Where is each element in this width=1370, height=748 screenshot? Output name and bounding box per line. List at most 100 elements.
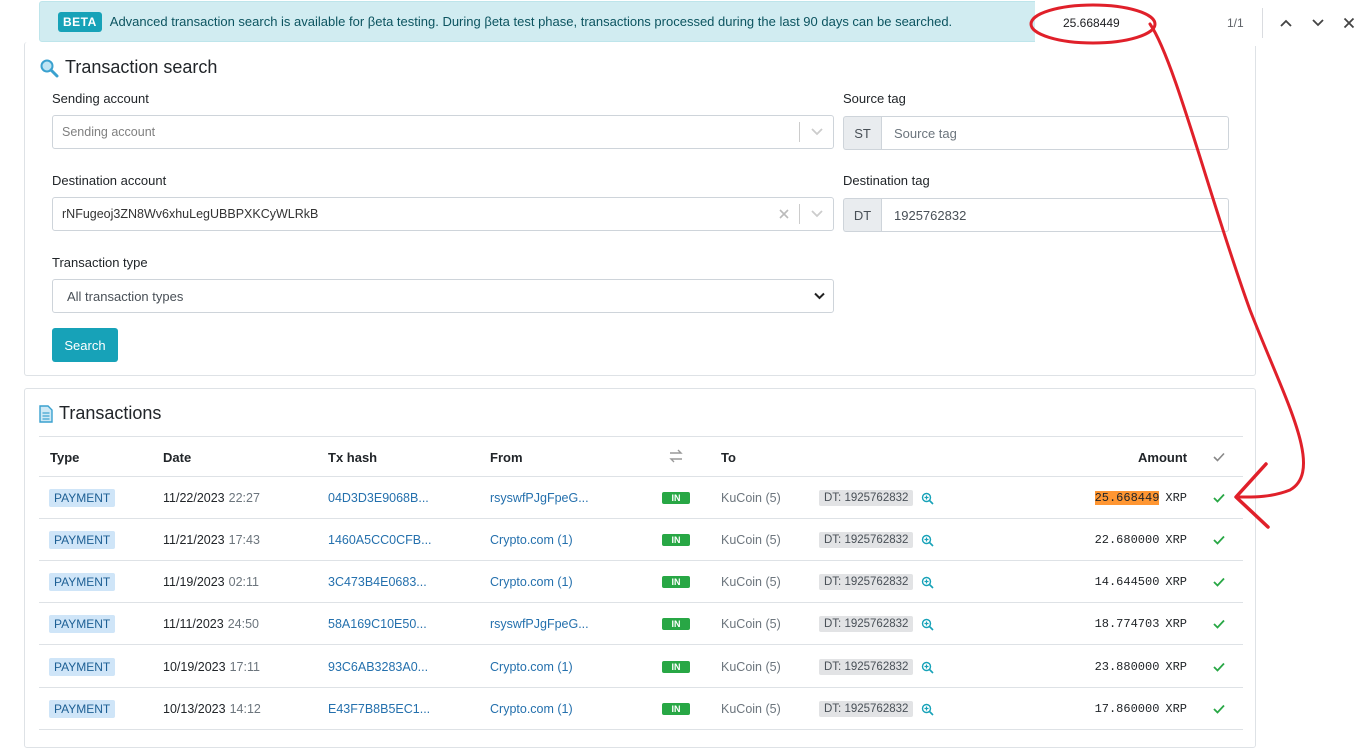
dt-badge: DT: 1925762832: [819, 659, 914, 675]
time-value: 17:11: [229, 660, 260, 674]
check-icon: [1213, 450, 1225, 465]
tx-hash-cell: 04D3D3E9068B...: [328, 477, 429, 519]
transaction-search-title: Transaction search: [39, 57, 217, 78]
clear-icon[interactable]: [769, 209, 799, 219]
check-icon: [1213, 688, 1225, 730]
chevron-down-icon[interactable]: [1308, 13, 1328, 33]
date-cell: 10/13/2023 14:12: [163, 688, 261, 730]
type-cell: PAYMENT: [49, 477, 116, 519]
date-cell: 11/11/2023 24:50: [163, 603, 259, 645]
type-badge: PAYMENT: [49, 489, 116, 507]
header-to: To: [721, 450, 736, 465]
currency-value: XRP: [1165, 660, 1187, 674]
zoom-in-icon[interactable]: [921, 703, 934, 716]
amount-cell: 23.880000 XRP: [1095, 646, 1187, 688]
header-from: From: [490, 450, 523, 465]
from-link[interactable]: Crypto.com (1): [490, 575, 573, 589]
type-badge: PAYMENT: [49, 615, 116, 633]
type-cell: PAYMENT: [49, 519, 116, 561]
source-tag-label: Source tag: [843, 91, 906, 106]
search-button[interactable]: Search: [52, 328, 118, 362]
find-input[interactable]: [1057, 14, 1197, 32]
tx-hash-link[interactable]: 93C6AB3283A0...: [328, 660, 428, 674]
dt-badge: DT: 1925762832: [819, 616, 914, 632]
table-row: PAYMENT 11/22/2023 22:27 04D3D3E9068B... rsy…: [39, 477, 1243, 519]
check-icon: [1213, 477, 1225, 519]
transaction-type-select[interactable]: All transaction types: [52, 279, 834, 313]
dt-badge: DT: 1925762832: [819, 574, 914, 590]
destination-tag-group: DT: [843, 198, 1229, 232]
amount-value: 17.860000: [1094, 702, 1160, 716]
zoom-in-icon[interactable]: [921, 661, 934, 674]
dt-cell: DT: 1925762832: [819, 561, 934, 603]
tx-hash-link[interactable]: E43F7B8B5EC1...: [328, 702, 430, 716]
from-link[interactable]: Crypto.com (1): [490, 533, 573, 547]
check-icon: [1213, 646, 1225, 688]
amount-cell: 18.774703 XRP: [1095, 603, 1187, 645]
from-cell: rsyswfPJgFpeG...: [490, 603, 589, 645]
header-type: Type: [50, 450, 80, 465]
from-cell: rsyswfPJgFpeG...: [490, 477, 589, 519]
date-value: 11/11/2023: [163, 617, 224, 631]
from-link[interactable]: rsyswfPJgFpeG...: [490, 617, 589, 631]
destination-tag-label: Destination tag: [843, 173, 930, 188]
from-cell: Crypto.com (1): [490, 646, 573, 688]
zoom-in-icon[interactable]: [921, 618, 934, 631]
type-cell: PAYMENT: [49, 561, 116, 603]
amount-cell: 17.860000 XRP: [1095, 688, 1187, 730]
from-link[interactable]: Crypto.com (1): [490, 660, 573, 674]
tx-hash-link[interactable]: 1460A5CC0CFB...: [328, 533, 432, 547]
tx-hash-link[interactable]: 3C473B4E0683...: [328, 575, 427, 589]
chevron-down-icon: [814, 292, 825, 300]
in-badge: IN: [662, 492, 690, 504]
destination-account-select[interactable]: rNFugeoj3ZN8Wv6xhuLegUBBPXKCyWLRkB: [52, 197, 834, 231]
currency-value: XRP: [1165, 617, 1187, 631]
dt-badge: DT: 1925762832: [819, 490, 914, 506]
sending-account-select[interactable]: Sending account: [52, 115, 834, 149]
date-cell: 11/21/2023 17:43: [163, 519, 260, 561]
time-value: 14:12: [229, 702, 261, 716]
chevron-up-icon[interactable]: [1276, 13, 1296, 33]
source-tag-input[interactable]: [881, 116, 1229, 150]
to-value: KuCoin (5): [721, 533, 781, 547]
zoom-in-icon[interactable]: [921, 492, 934, 505]
table-row: PAYMENT 10/13/2023 14:12 E43F7B8B5EC1... Cry…: [39, 688, 1243, 730]
tx-hash-link[interactable]: 58A169C10E50...: [328, 617, 427, 631]
in-badge: IN: [662, 661, 690, 673]
in-badge: IN: [662, 534, 690, 546]
dt-cell: DT: 1925762832: [819, 519, 934, 561]
currency-value: XRP: [1165, 491, 1187, 505]
transactions-title-text: Transactions: [59, 403, 162, 423]
direction-cell: IN: [662, 646, 690, 688]
sending-account-label: Sending account: [52, 91, 149, 106]
from-link[interactable]: rsyswfPJgFpeG...: [490, 491, 589, 505]
from-link[interactable]: Crypto.com (1): [490, 702, 573, 716]
time-value: 24:50: [227, 617, 259, 631]
to-cell: KuCoin (5): [721, 646, 781, 688]
table-row: PAYMENT 11/11/2023 24:50 58A169C10E50... rsy…: [39, 603, 1243, 645]
date-value: 11/22/2023: [163, 491, 225, 505]
date-cell: 11/19/2023 02:11: [163, 561, 259, 603]
chevron-down-icon[interactable]: [800, 210, 833, 218]
type-badge: PAYMENT: [49, 700, 116, 718]
type-badge: PAYMENT: [49, 531, 116, 549]
destination-tag-input[interactable]: [881, 198, 1229, 232]
to-cell: KuCoin (5): [721, 477, 781, 519]
find-bar: 1/1: [1035, 0, 1370, 46]
tx-hash-link[interactable]: 04D3D3E9068B...: [328, 491, 429, 505]
type-badge: PAYMENT: [49, 573, 116, 591]
table-row: PAYMENT 10/19/2023 17:11 93C6AB3283A0... Cry…: [39, 646, 1243, 688]
zoom-in-icon[interactable]: [921, 534, 934, 547]
destination-account-value: rNFugeoj3ZN8Wv6xhuLegUBBPXKCyWLRkB: [62, 207, 319, 221]
amount-value: 18.774703: [1094, 617, 1160, 631]
amount-value: 22.680000: [1094, 533, 1160, 547]
chevron-down-icon[interactable]: [800, 128, 833, 136]
source-tag-addon: ST: [843, 116, 881, 150]
to-value: KuCoin (5): [721, 660, 781, 674]
currency-value: XRP: [1165, 702, 1187, 716]
date-cell: 10/19/2023 17:11: [163, 646, 260, 688]
date-value: 10/13/2023: [163, 702, 226, 716]
document-icon: [39, 404, 53, 423]
close-icon[interactable]: [1339, 13, 1359, 33]
zoom-in-icon[interactable]: [921, 576, 934, 589]
